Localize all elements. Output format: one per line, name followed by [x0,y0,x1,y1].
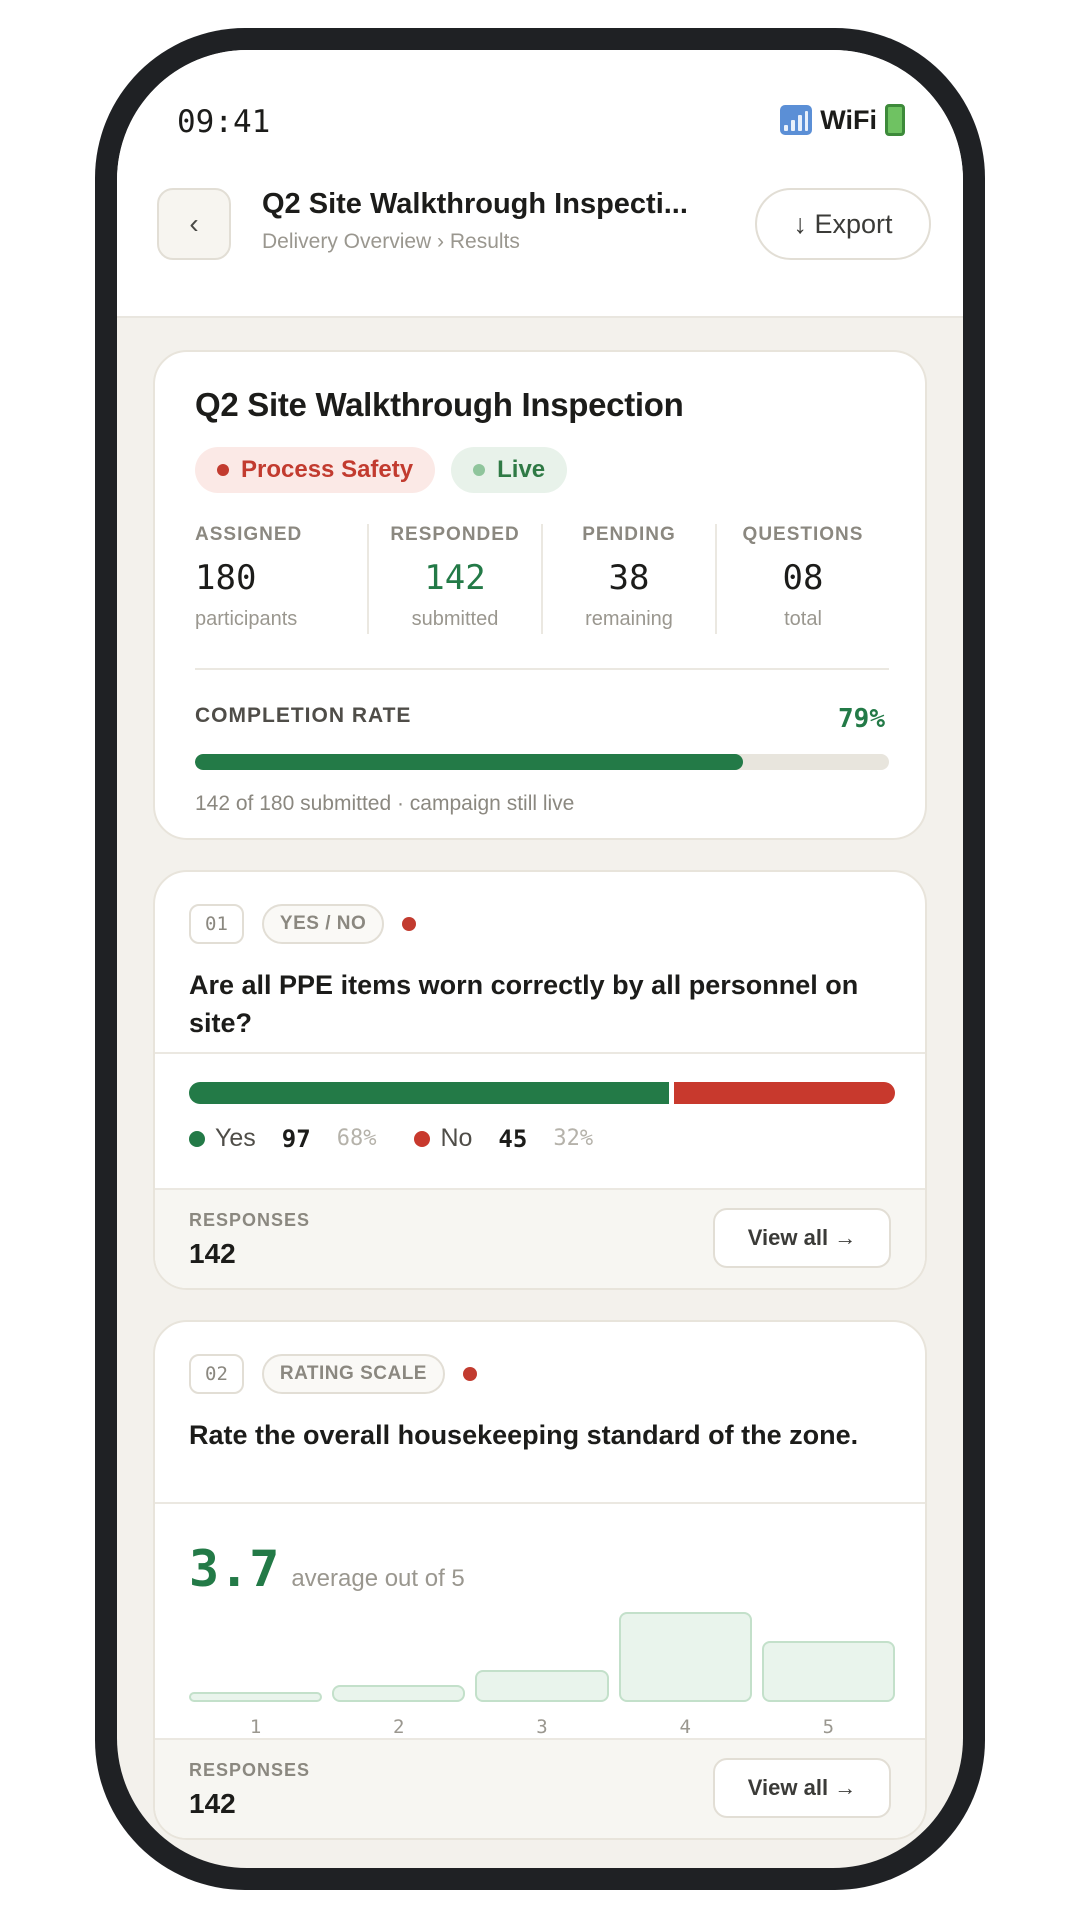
no-bar-segment [674,1082,895,1104]
stat-assigned: ASSIGNED 180 participants [195,524,367,634]
question-header: 02 RATING SCALE [189,1354,477,1394]
yes-percent: 68% [336,1126,377,1151]
average-note: average out of 5 [291,1565,465,1592]
rating-bar-3 [475,1669,609,1702]
battery-icon [885,104,905,136]
question-footer: RESPONSES 142 View all → [155,1738,925,1838]
rating-label-5: 5 [822,1716,835,1738]
view-all-button[interactable]: View all → [713,1758,891,1818]
no-percent: 32% [553,1126,594,1151]
average-value: 3.7 [189,1540,280,1598]
campaign-title: Q2 Site Walkthrough Inspection [195,386,684,423]
rating-bar-2 [332,1684,466,1702]
live-dot-icon [473,464,486,476]
stat-sub: total [784,608,822,630]
export-button[interactable]: ↓ Export [755,188,931,260]
completion-label: COMPLETION RATE [195,704,412,727]
responses-label: RESPONSES [189,1760,311,1780]
question-text: Rate the overall housekeeping standard o… [189,1420,859,1450]
stats-row: ASSIGNED 180 participants RESPONDED 142 … [195,524,889,634]
wifi-label: WiFi [820,104,877,135]
stat-label: ASSIGNED [195,524,303,545]
question-card-02: 02 RATING SCALE Rate the overall houseke… [153,1320,927,1840]
yes-no-bar [189,1082,895,1104]
stat-label: RESPONDED [390,524,520,545]
stat-pending: PENDING 38 remaining [541,524,715,634]
yes-count: 97 [281,1124,311,1153]
completion-percent: 79% [838,704,885,734]
question-text: Are all PPE items worn correctly by all … [189,970,859,1038]
status-time: 09:41 [177,104,271,140]
rating-distribution: 1 2 3 4 5 [189,1612,895,1742]
divider [195,668,889,670]
question-card-01: 01 YES / NO Are all PPE items worn corre… [153,870,927,1290]
no-count: 45 [498,1124,528,1153]
rating-bar-1 [189,1692,323,1702]
stat-label: PENDING [582,524,676,545]
stat-value: 142 [424,558,486,598]
stat-sub: remaining [585,608,673,630]
question-footer: RESPONSES 142 View all → [155,1188,925,1288]
stat-questions: QUESTIONS 08 total [715,524,889,634]
stat-responded: RESPONDED 142 submitted [367,524,541,634]
no-label: No [440,1124,473,1152]
completion-progress-fill [195,754,744,770]
status-badge: Live [451,447,568,493]
stat-label: QUESTIONS [742,524,864,545]
responses-count: 142 [189,1238,236,1269]
average-row: 3.7 average out of 5 [189,1540,465,1598]
view-all-button[interactable]: View all → [713,1208,891,1268]
question-type-badge: YES / NO [261,904,385,944]
no-dot-icon [414,1130,431,1147]
stat-value: 38 [608,558,650,598]
completion-progress-bar [195,754,889,770]
page-title: Q2 Site Walkthrough Inspecti... [262,188,688,220]
question-header: 01 YES / NO [189,904,417,944]
category-dot-icon [217,464,229,476]
phone-frame: 09:41 WiFi ‹ Q2 Site Walkthrough Inspect… [95,28,985,1890]
breadcrumb: Delivery Overview › Results [262,230,520,253]
yes-label: Yes [215,1124,256,1152]
responses-label: RESPONSES [189,1210,311,1230]
status-badge-label: Live [497,456,546,483]
divider [155,1502,925,1504]
yes-bar-segment [189,1082,670,1104]
completion-note: 142 of 180 submitted · campaign still li… [195,792,575,815]
yes-dot-icon [189,1130,205,1147]
screen: 09:41 WiFi ‹ Q2 Site Walkthrough Inspect… [117,50,963,1868]
rating-bar-4 [618,1612,752,1702]
stat-sub: participants [195,608,298,630]
required-dot-icon [402,917,417,931]
question-number: 02 [189,1354,244,1394]
rating-label-2: 2 [393,1716,405,1738]
back-button[interactable]: ‹ [157,188,231,260]
yes-no-legend: Yes 97 68% No 45 32% [189,1124,631,1153]
rating-label-1: 1 [249,1716,262,1738]
question-type-badge: RATING SCALE [261,1354,445,1394]
tag-row: Process Safety Live [195,447,568,493]
status-bar: 09:41 WiFi [117,50,963,168]
stat-sub: submitted [411,608,499,630]
divider [155,1052,925,1054]
rating-label-3: 3 [536,1716,548,1738]
summary-card: Q2 Site Walkthrough Inspection Process S… [153,350,927,840]
status-indicators: WiFi [780,104,905,136]
category-tag: Process Safety [195,447,436,493]
rating-label-4: 4 [679,1716,691,1738]
top-bar: ‹ Q2 Site Walkthrough Inspecti... Delive… [117,168,963,318]
stat-value: 08 [782,558,824,598]
responses-count: 142 [189,1788,236,1819]
category-tag-label: Process Safety [241,456,414,483]
stat-value: 180 [195,558,257,598]
required-dot-icon [462,1367,477,1381]
question-number: 01 [189,904,244,944]
signal-icon [780,105,813,135]
rating-bar-5 [761,1640,895,1702]
